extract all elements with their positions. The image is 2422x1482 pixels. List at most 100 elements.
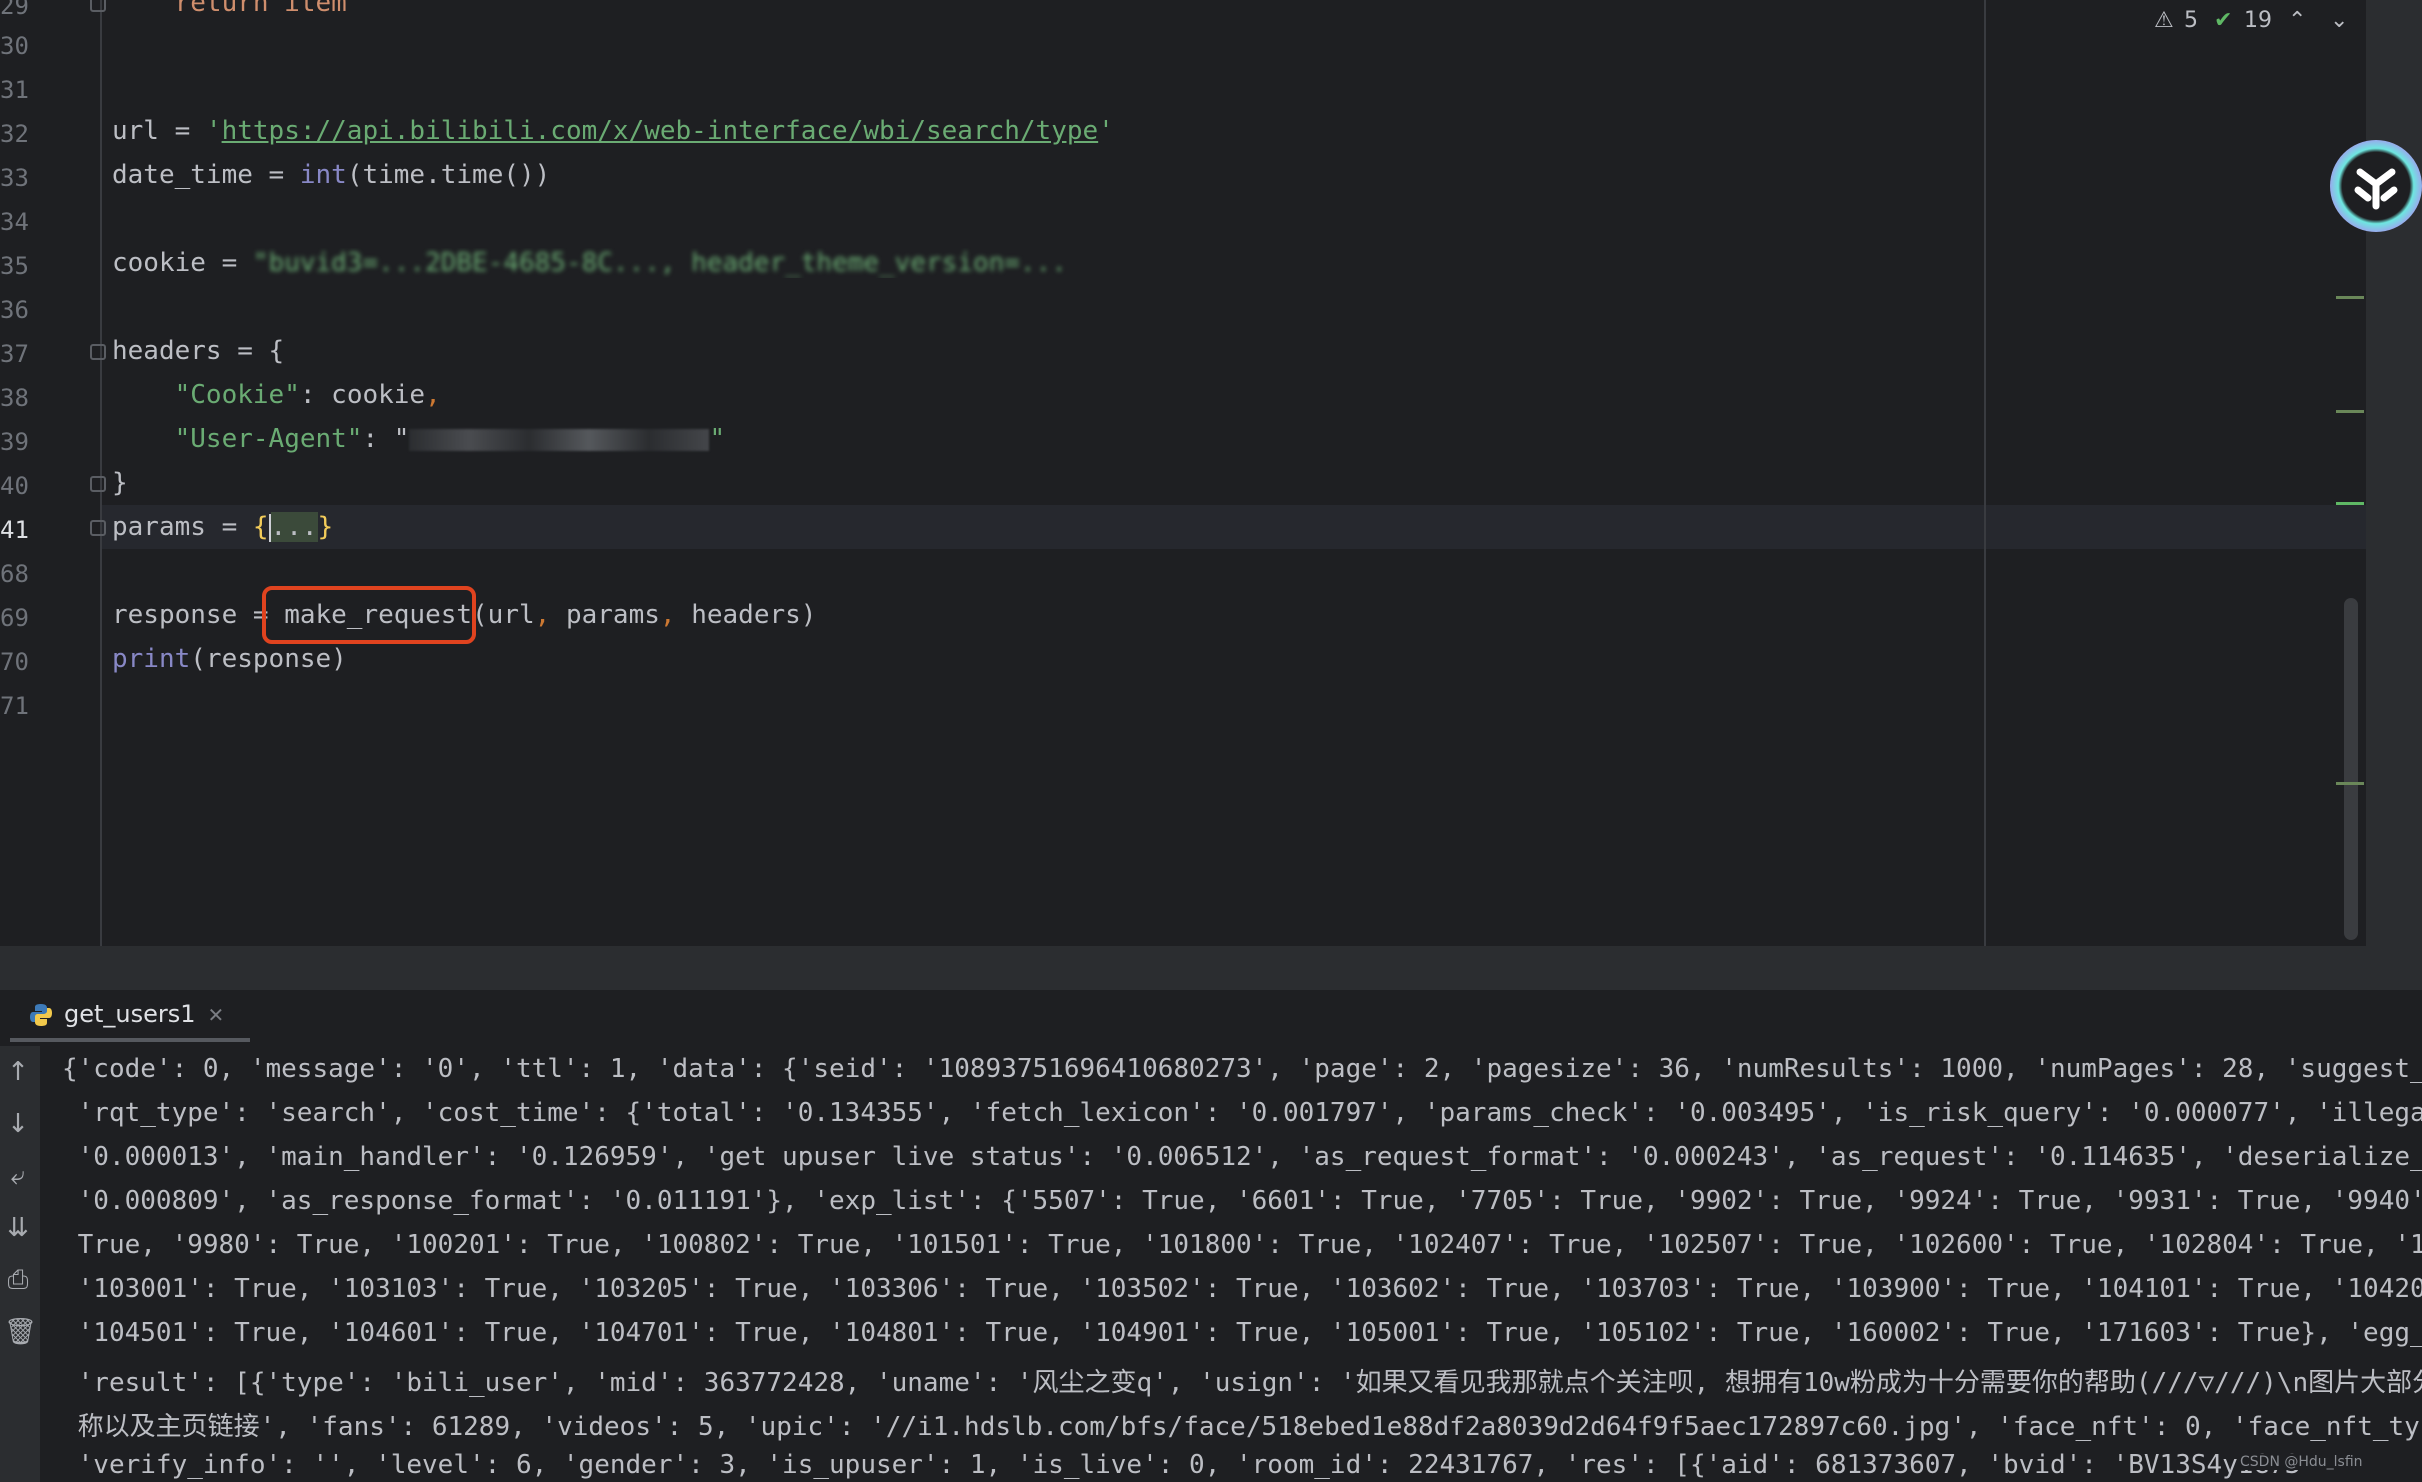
- arrow-up-icon[interactable]: ↑: [4, 1058, 32, 1086]
- watermark: CSDN @Hdu_lsfin: [2240, 1454, 2363, 1470]
- output-line: '0.000013', 'main_handler': '0.126959', …: [62, 1142, 2422, 1172]
- change-marker[interactable]: [2336, 502, 2364, 505]
- line-number: 70: [0, 648, 29, 676]
- output-line: 'rqt_type': 'search', 'cost_time': {'tot…: [62, 1098, 2422, 1128]
- chevron-down-icon[interactable]: ⌄: [2330, 8, 2348, 33]
- line-number: 36: [0, 296, 29, 324]
- code-editor[interactable]: 29 30 31 32 33 34 35 36 37 38 39 40 41 6…: [0, 0, 2366, 946]
- python-icon: [30, 1004, 52, 1026]
- string-quote: ": [709, 424, 726, 454]
- redacted-user-agent: [409, 428, 710, 451]
- code-text: response =: [112, 600, 285, 630]
- string-quote: ': [1098, 116, 1114, 146]
- ai-assistant-icon[interactable]: [2330, 140, 2422, 232]
- line-number: 71: [0, 692, 29, 720]
- current-line-highlight: [0, 505, 2366, 549]
- line-number: 34: [0, 208, 29, 236]
- output-line: True, '9980': True, '100201': True, '100…: [62, 1230, 2422, 1260]
- run-tab-get-users1[interactable]: get_users1 ✕: [28, 1000, 224, 1028]
- output-line: 称以及主页链接', 'fans': 61289, 'videos': 5, 'u…: [62, 1412, 2422, 1442]
- builtin-int: int: [299, 160, 347, 190]
- brace-close: }: [317, 512, 334, 542]
- fold-marker[interactable]: [90, 344, 106, 360]
- brace-open: {: [252, 512, 269, 542]
- line-number: 38: [0, 384, 29, 412]
- code-line[interactable]: headers = {: [112, 336, 284, 366]
- output-line: {'code': 0, 'message': '0', 'ttl': 1, 'd…: [62, 1054, 2422, 1084]
- output-line: '0.000809', 'as_response_format': '0.011…: [62, 1186, 2422, 1216]
- line-number: 33: [0, 164, 29, 192]
- code-text: }: [112, 468, 128, 498]
- run-tab-label: get_users1: [64, 1000, 196, 1028]
- code-text: : cookie: [299, 380, 426, 410]
- code-line[interactable]: params = {...}: [112, 512, 333, 542]
- builtin-print: print: [112, 644, 191, 674]
- line-number: 37: [0, 340, 29, 368]
- code-text: params =: [112, 512, 253, 542]
- check-count[interactable]: 19: [2244, 8, 2272, 33]
- code-text: params: [550, 600, 660, 630]
- output-line: 'result': [{'type': 'bili_user', 'mid': …: [62, 1368, 2422, 1398]
- scroll-to-end-icon[interactable]: ⇊: [4, 1214, 32, 1242]
- change-marker[interactable]: [2336, 410, 2364, 413]
- line-number: 69: [0, 604, 29, 632]
- code-text: (time.time()): [346, 160, 551, 190]
- warning-count[interactable]: 5: [2184, 8, 2198, 33]
- code-line[interactable]: cookie = "buvid3=...2DBE-4685-8C..., hea…: [112, 248, 2332, 278]
- change-marker[interactable]: [2336, 296, 2364, 299]
- output-line: '104501': True, '104601': True, '104701'…: [62, 1318, 2422, 1348]
- check-icon[interactable]: ✔: [2214, 8, 2232, 33]
- line-number: 40: [0, 472, 29, 500]
- code-line[interactable]: url = 'https://api.bilibili.com/x/web-in…: [112, 116, 1114, 146]
- code-text: (url: [472, 600, 535, 630]
- code-line[interactable]: "User-Agent": " ": [112, 424, 725, 454]
- output-line: 'verify_info': '', 'level': 6, 'gender':…: [62, 1450, 2301, 1480]
- print-icon[interactable]: ⎙: [4, 1266, 32, 1294]
- line-number: 39: [0, 428, 29, 456]
- soft-wrap-icon[interactable]: ⤶: [4, 1162, 32, 1190]
- active-tab-underline: [10, 1038, 250, 1042]
- code-line[interactable]: print(response): [112, 644, 347, 674]
- code-text: headers = {: [112, 336, 285, 366]
- assistant-logo-icon: [2354, 168, 2398, 210]
- fold-marker[interactable]: [90, 476, 106, 492]
- line-number: 30: [0, 32, 29, 60]
- editor-scrollbar[interactable]: [2344, 598, 2358, 940]
- code-line[interactable]: return item: [112, 0, 347, 18]
- string-quote: ': [205, 116, 222, 146]
- right-margin-guide: [1984, 0, 1986, 946]
- close-icon[interactable]: ✕: [208, 1003, 225, 1027]
- trash-icon[interactable]: 🗑: [4, 1318, 37, 1346]
- cookie-string-redacted: "buvid3=...2DBE-4685-8C..., header_theme…: [252, 248, 1067, 278]
- line-number: 31: [0, 76, 29, 104]
- dict-key: "Cookie": [174, 380, 300, 410]
- code-text: : ": [362, 424, 410, 454]
- code-text: url =: [112, 116, 206, 146]
- line-number: 32: [0, 120, 29, 148]
- run-toolbar: ↑ ↓ ⤶ ⇊ ⎙ 🗑: [0, 1046, 40, 1482]
- output-line: '103001': True, '103103': True, '103205'…: [62, 1274, 2422, 1304]
- code-text: (response): [190, 644, 347, 674]
- line-number-current: 41: [0, 516, 29, 544]
- chevron-up-icon[interactable]: ⌃: [2288, 8, 2306, 33]
- code-line[interactable]: date_time = int(time.time()): [112, 160, 550, 190]
- change-marker[interactable]: [2336, 782, 2364, 785]
- line-number: 29: [0, 0, 29, 20]
- line-number: 68: [0, 560, 29, 588]
- code-text: headers): [675, 600, 817, 630]
- arrow-down-icon[interactable]: ↓: [4, 1110, 32, 1138]
- code-line[interactable]: "Cookie": cookie,: [112, 380, 441, 410]
- fold-marker[interactable]: [90, 0, 106, 12]
- code-text: return item: [112, 0, 347, 18]
- dict-key: "User-Agent": [174, 424, 363, 454]
- run-panel-header: [0, 946, 2422, 990]
- make-request-highlight-box: [262, 586, 476, 644]
- code-text: date_time =: [112, 160, 300, 190]
- url-link[interactable]: https://api.bilibili.com/x/web-interface…: [222, 116, 1099, 146]
- code-text: cookie =: [112, 248, 253, 278]
- code-line[interactable]: }: [112, 468, 128, 498]
- warning-icon[interactable]: ⚠: [2154, 8, 2174, 33]
- folded-code-placeholder[interactable]: ...: [270, 512, 318, 542]
- fold-marker[interactable]: [90, 520, 106, 536]
- line-number: 35: [0, 252, 29, 280]
